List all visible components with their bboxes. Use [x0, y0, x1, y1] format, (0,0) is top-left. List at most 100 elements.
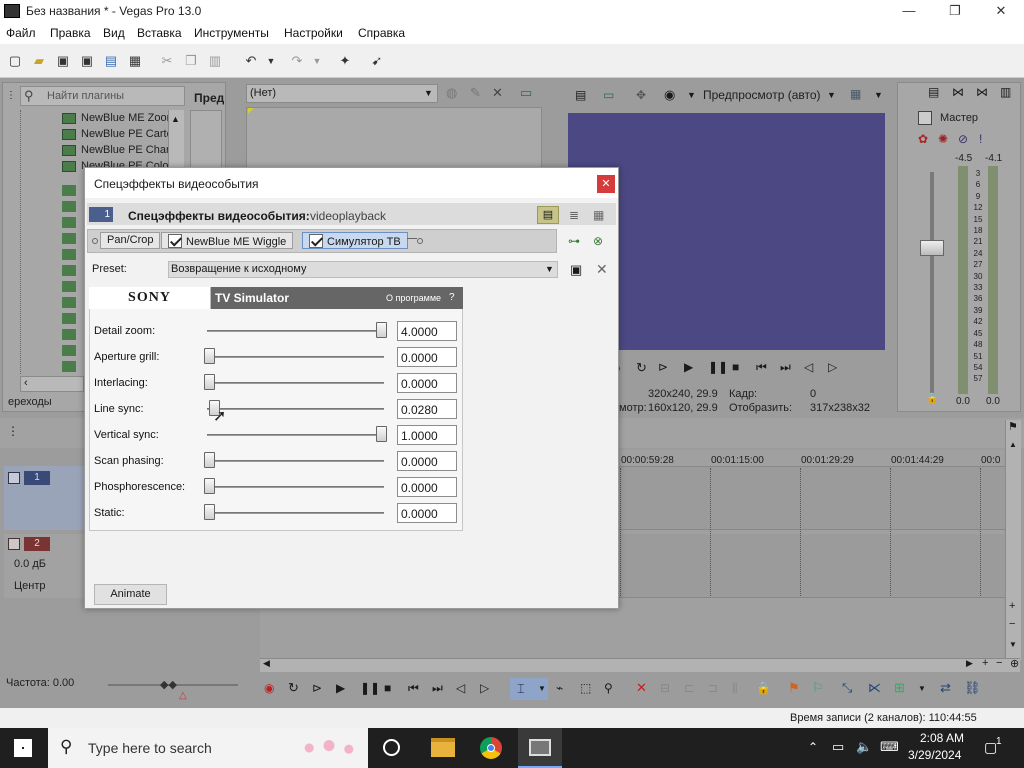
split-icon[interactable]: ⫼: [732, 681, 738, 696]
zoom-out-icon[interactable]: −: [996, 657, 1002, 669]
undo-icon[interactable]: ↶: [242, 52, 260, 70]
transitions-tab[interactable]: ереходы: [8, 396, 52, 408]
play-button[interactable]: ▶: [684, 360, 693, 374]
save-preset-icon[interactable]: ◍: [446, 85, 457, 101]
about-link[interactable]: О программе: [386, 293, 441, 303]
pause-button[interactable]: ❚❚: [708, 360, 728, 374]
param-slider-track[interactable]: [207, 434, 384, 436]
maximize-button[interactable]: ❐: [932, 0, 978, 22]
param-slider-thumb[interactable]: [376, 322, 387, 338]
plugin-preview-tab[interactable]: Пред: [194, 91, 224, 105]
next-frame-button[interactable]: ▷: [828, 360, 837, 374]
param-value-input[interactable]: 0.0000: [397, 477, 457, 497]
task-view-icon[interactable]: [383, 739, 400, 756]
scroll-left-icon[interactable]: ‹: [24, 377, 28, 389]
chevron-down-icon[interactable]: ▼: [874, 90, 883, 100]
close-button[interactable]: ✕: [978, 0, 1024, 22]
zoom-tool-icon[interactable]: ⚲: [604, 681, 613, 695]
play-from-start-button[interactable]: ⊳: [312, 681, 322, 695]
properties-icon[interactable]: ▦: [126, 52, 144, 70]
bypass-checkbox[interactable]: [309, 234, 323, 248]
region-icon[interactable]: ⚐: [812, 680, 824, 696]
delete-icon[interactable]: ✕: [636, 680, 647, 696]
chevron-down-icon[interactable]: ▼: [424, 88, 433, 98]
stop-button[interactable]: ■: [732, 360, 739, 374]
previous-frame-button[interactable]: ◁: [456, 681, 465, 695]
chevron-down-icon[interactable]: ▼: [545, 264, 554, 274]
param-slider-track[interactable]: [207, 486, 384, 488]
cut-icon[interactable]: ✂: [158, 52, 176, 70]
overlays-icon[interactable]: ▦: [850, 87, 861, 101]
audio-track-lane[interactable]: [618, 534, 1006, 598]
track-minimize-icon[interactable]: [8, 538, 20, 550]
lock-icon[interactable]: 🔒: [756, 681, 771, 695]
snapping-icon[interactable]: ⤡: [842, 680, 852, 696]
ignore-grouping-icon[interactable]: ⛓: [964, 680, 981, 696]
plugin-hscrollbar[interactable]: [20, 376, 84, 392]
scroll-up-icon[interactable]: ▲: [171, 114, 180, 124]
menu-tools[interactable]: Инструменты: [194, 26, 269, 40]
chevron-down-icon[interactable]: ▼: [538, 684, 546, 693]
go-to-start-button[interactable]: ⏮: [756, 360, 767, 375]
param-value-input[interactable]: 4.0000: [397, 321, 457, 341]
plugin-chain-icon[interactable]: ⊶: [568, 234, 580, 248]
param-slider-thumb[interactable]: [204, 348, 215, 364]
previous-frame-button[interactable]: ◁: [804, 360, 813, 374]
taskbar-search-box[interactable]: ⚲ Type here to search: [48, 728, 368, 768]
param-slider-track[interactable]: [207, 408, 384, 410]
grid-view-icon[interactable]: ▦: [593, 208, 604, 222]
param-slider-thumb[interactable]: [204, 452, 215, 468]
redo-icon[interactable]: ↷: [288, 52, 306, 70]
meters-icon[interactable]: ▥: [1000, 85, 1011, 99]
save-as-icon[interactable]: ▣: [78, 52, 96, 70]
delete-preset-icon[interactable]: ✕: [596, 261, 608, 278]
pause-button[interactable]: ❚❚: [360, 681, 380, 695]
selection-tool-icon[interactable]: ⬚: [580, 681, 591, 695]
preview-settings-icon[interactable]: ▤: [575, 88, 586, 102]
param-slider-thumb[interactable]: [204, 374, 215, 390]
param-value-input[interactable]: 0.0000: [397, 347, 457, 367]
menu-view[interactable]: Вид: [103, 26, 125, 40]
record-button[interactable]: ◉: [264, 681, 274, 695]
mixer-properties-icon[interactable]: ▤: [928, 85, 939, 99]
chain-item-newblue-wiggle[interactable]: NewBlue ME Wiggle: [161, 232, 294, 249]
record-preview-icon[interactable]: ◉: [664, 87, 675, 103]
external-monitor-icon[interactable]: ▭: [603, 88, 614, 102]
paste-icon[interactable]: ▥: [206, 52, 224, 70]
trim-end-icon[interactable]: ⊐: [708, 681, 718, 695]
undo-dropdown-icon[interactable]: ▼: [262, 52, 280, 70]
zoom-in-icon[interactable]: +: [1009, 600, 1015, 612]
volume-muted-icon[interactable]: 🔈: [856, 739, 872, 755]
remove-plugin-icon[interactable]: ⊗: [593, 234, 603, 248]
zoom-in-icon[interactable]: +: [982, 657, 988, 669]
trim-start-icon[interactable]: ⊏: [684, 681, 694, 695]
list-view-icon[interactable]: ≣: [569, 208, 579, 222]
render-icon[interactable]: ▤: [102, 52, 120, 70]
loop-button[interactable]: ↻: [288, 680, 299, 696]
go-to-end-button[interactable]: ⏭: [780, 360, 791, 375]
menu-insert[interactable]: Вставка: [137, 26, 182, 40]
play-from-start-button[interactable]: ⊳: [658, 360, 668, 374]
auto-ripple-icon[interactable]: ⊞: [894, 680, 905, 696]
menu-file[interactable]: Файл: [6, 26, 36, 40]
open-folder-icon[interactable]: ▰: [30, 52, 48, 70]
param-slider-track[interactable]: [207, 382, 384, 384]
param-slider-track[interactable]: [207, 330, 384, 332]
new-file-icon[interactable]: ▢: [6, 52, 24, 70]
bypass-checkbox[interactable]: [168, 234, 182, 248]
param-value-input[interactable]: 1.0000: [397, 425, 457, 445]
video-track-lane[interactable]: [618, 466, 1006, 530]
enable-snapping-icon[interactable]: ✦: [336, 52, 354, 70]
save-icon[interactable]: ▣: [54, 52, 72, 70]
solo-icon[interactable]: !: [979, 132, 982, 146]
param-slider-track[interactable]: [207, 460, 384, 462]
preview-quality[interactable]: Предпросмотр (авто): [703, 88, 821, 102]
chain-item-tv-simulator[interactable]: Симулятор ТВ: [302, 232, 408, 249]
stop-button[interactable]: ■: [384, 681, 391, 695]
param-value-input[interactable]: 0.0000: [397, 451, 457, 471]
param-value-input[interactable]: 0.0000: [397, 503, 457, 523]
dim-output-icon[interactable]: ⋈: [976, 85, 988, 99]
track-minimize-icon[interactable]: [8, 472, 20, 484]
redo-dropdown-icon[interactable]: ▼: [308, 52, 326, 70]
menu-options[interactable]: Настройки: [284, 26, 343, 40]
